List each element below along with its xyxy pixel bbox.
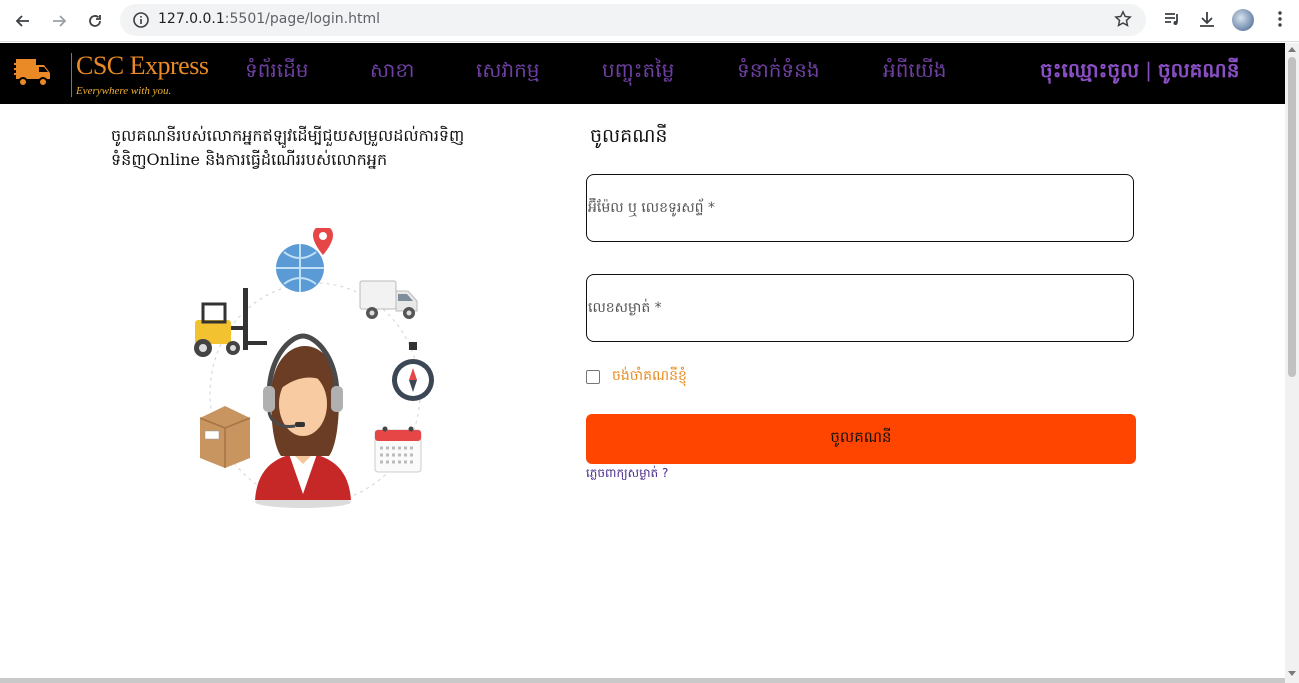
nav-branches[interactable]: សាខា	[370, 57, 414, 87]
password-field-wrapper	[586, 274, 1134, 342]
register-link[interactable]: ចុះឈ្មោះចូល	[1040, 58, 1139, 82]
remember-me-label[interactable]: ចង់ចាំគណនីខ្ញុំ	[612, 366, 687, 387]
delivery-truck-logo-icon	[14, 59, 50, 87]
remember-me-checkbox[interactable]	[586, 369, 600, 384]
forward-arrow-icon[interactable]	[47, 9, 71, 33]
van-icon	[359, 280, 418, 319]
auth-separator: |	[1145, 58, 1152, 82]
logo-divider	[71, 53, 72, 97]
customer-support-illustration	[194, 228, 434, 508]
forgot-password-link[interactable]: ភ្លេចពាក្យសម្ងាត់ ?	[586, 465, 668, 483]
email-field-wrapper	[586, 174, 1134, 242]
remember-me-row: ចង់ចាំគណនីខ្ញុំ	[586, 366, 687, 387]
support-agent-icon	[255, 333, 351, 508]
intro-text: ចូលគណនីរបស់លោកអ្នកឥឡូវដើម្បីជួយសម្រួលដល់…	[111, 126, 465, 169]
globe-pin-icon	[276, 228, 333, 292]
menu-kebab-icon[interactable]	[1270, 9, 1290, 33]
scroll-down-arrow-icon[interactable]	[1288, 671, 1296, 676]
browser-toolbar: 127.0.0.1:5501/page/login.html	[0, 0, 1299, 42]
nav-discounts[interactable]: បញ្ចុះតម្លៃ	[602, 57, 674, 87]
nav-contact[interactable]: ទំនាក់ទំនង	[737, 57, 820, 87]
download-icon[interactable]	[1197, 9, 1217, 33]
back-arrow-icon[interactable]	[11, 9, 35, 33]
nav-about[interactable]: អំពីយើង	[883, 57, 946, 87]
vertical-scrollbar[interactable]	[1285, 43, 1299, 683]
horizontal-scrollbar[interactable]	[0, 678, 1285, 683]
form-title: ចូលគណនី	[590, 125, 668, 147]
auth-links: ចុះឈ្មោះចូល | ចូលគណនី	[1040, 57, 1239, 87]
calendar-icon	[374, 426, 422, 473]
url-host: 127.0.0.1	[158, 11, 225, 27]
nav-home[interactable]: ទំព័រដើម	[245, 57, 308, 87]
package-box-icon	[199, 406, 251, 468]
site-navbar: CSC Express Everywhere with you. ទំព័រដើ…	[0, 43, 1285, 104]
site-info-icon[interactable]	[132, 11, 150, 33]
email-phone-input[interactable]	[587, 175, 1133, 241]
scrollbar-thumb[interactable]	[1288, 57, 1296, 377]
profile-avatar[interactable]	[1232, 9, 1254, 31]
logo-title: CSC Express	[76, 51, 209, 80]
bookmark-star-icon[interactable]	[1114, 10, 1132, 32]
logo-tagline: Everywhere with you.	[76, 85, 172, 97]
login-submit-button[interactable]: ចូលគណនី	[586, 414, 1136, 464]
url-path: :5501/page/login.html	[224, 11, 380, 27]
url-text: 127.0.0.1:5501/page/login.html	[158, 11, 380, 27]
stopwatch-icon	[392, 342, 434, 401]
address-bar[interactable]: 127.0.0.1:5501/page/login.html	[120, 4, 1146, 36]
scroll-up-arrow-icon[interactable]	[1288, 47, 1296, 52]
reload-icon[interactable]	[83, 9, 107, 33]
site-logo[interactable]: CSC Express Everywhere with you.	[14, 49, 209, 99]
password-input[interactable]	[587, 275, 1133, 341]
media-control-icon[interactable]	[1162, 9, 1182, 33]
forklift-icon	[194, 288, 267, 357]
login-link[interactable]: ចូលគណនី	[1158, 58, 1240, 82]
nav-services[interactable]: សេវាកម្ម	[476, 57, 539, 87]
